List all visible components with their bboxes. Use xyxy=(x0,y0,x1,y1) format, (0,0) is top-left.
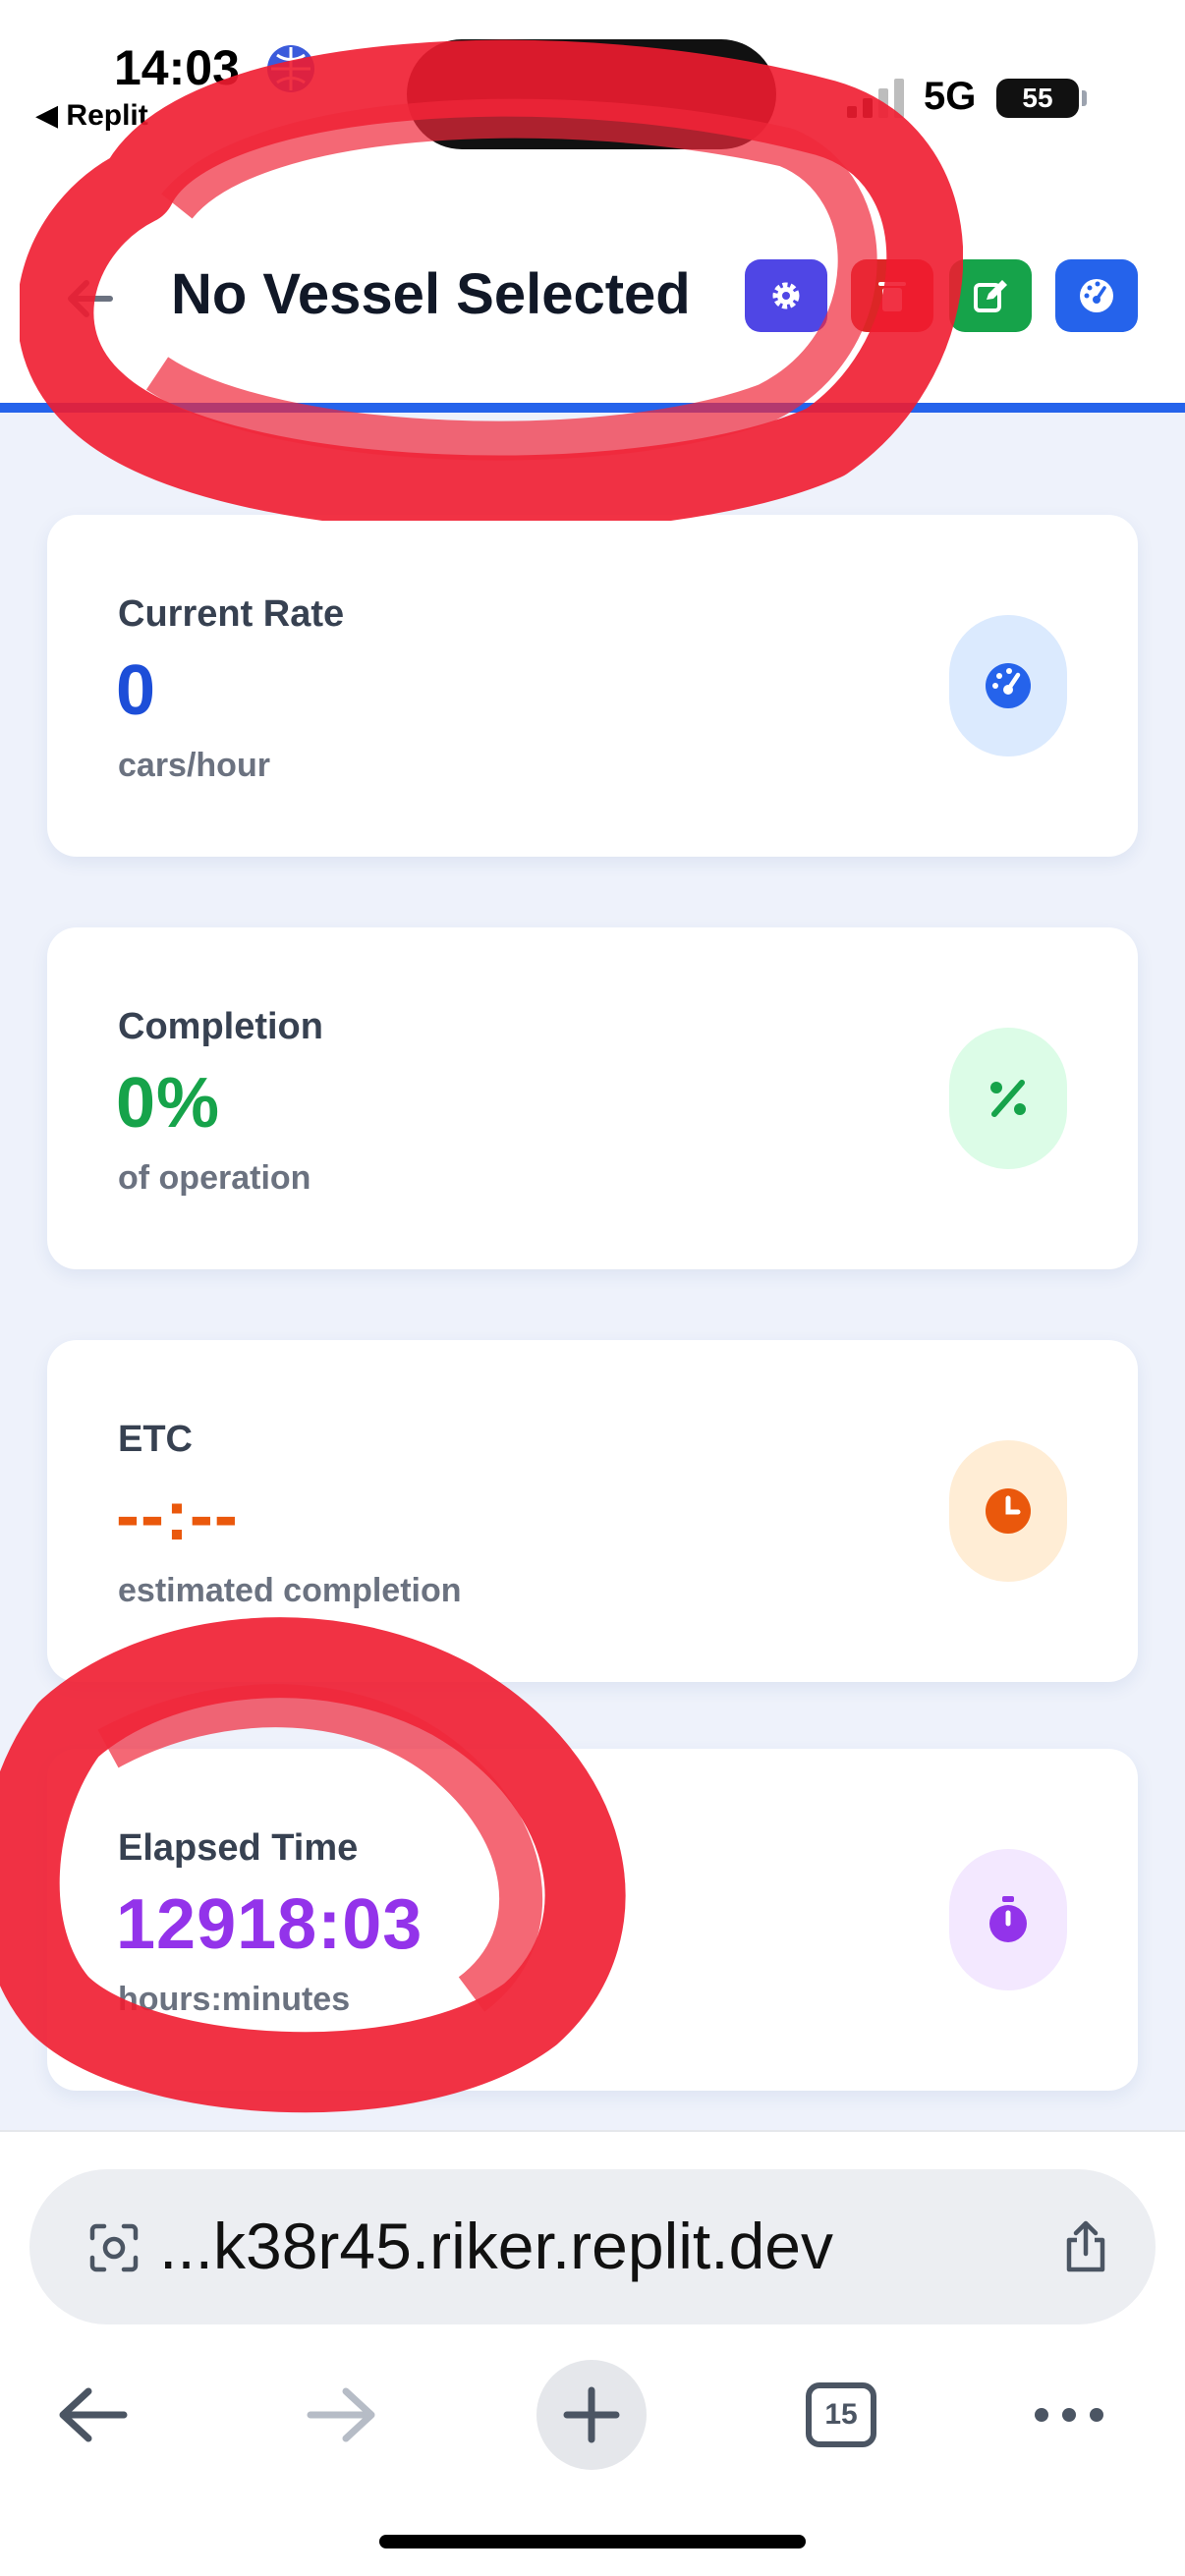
card-label: Elapsed Time xyxy=(118,1827,359,1869)
etc-card: ETC --:-- estimated completion xyxy=(47,1340,1138,1682)
edit-button[interactable] xyxy=(949,259,1032,332)
current-rate-card: Current Rate 0 cars/hour xyxy=(47,515,1138,857)
delete-button[interactable] xyxy=(851,259,933,332)
completion-icon-badge xyxy=(949,1028,1067,1169)
card-value: 0% xyxy=(116,1064,221,1143)
status-time: 14:03 xyxy=(114,40,240,95)
share-icon[interactable] xyxy=(1057,2218,1114,2275)
elapsed-time-card: Elapsed Time 12918:03 hours:minutes xyxy=(47,1749,1138,2091)
dynamic-island xyxy=(407,39,776,149)
gauge-icon xyxy=(1080,279,1113,312)
card-value: --:-- xyxy=(116,1477,239,1555)
card-label: Completion xyxy=(118,1006,323,1047)
back-to-app-link[interactable]: ◀ Replit xyxy=(35,98,148,133)
more-menu-button[interactable] xyxy=(1022,2368,1116,2462)
app-header: No Vessel Selected xyxy=(0,157,1185,413)
back-arrow-icon[interactable] xyxy=(61,270,118,327)
card-value: 0 xyxy=(116,651,157,730)
forward-arrow-icon xyxy=(307,2387,375,2442)
card-label: ETC xyxy=(118,1419,193,1460)
card-unit: cars/hour xyxy=(118,747,270,784)
clock-icon xyxy=(986,1488,1031,1534)
elapsed-icon-badge xyxy=(949,1849,1067,1990)
page-title: No Vessel Selected xyxy=(171,262,691,326)
plus-icon xyxy=(563,2386,620,2443)
card-label: Current Rate xyxy=(118,593,345,635)
battery-indicator: 55 xyxy=(996,79,1087,118)
card-unit: hours:minutes xyxy=(118,1981,351,2018)
tab-count: 15 xyxy=(806,2382,876,2447)
settings-button[interactable] xyxy=(745,259,827,332)
page-info-icon[interactable] xyxy=(86,2220,141,2275)
more-dots-icon xyxy=(1035,2408,1103,2422)
gauge-icon xyxy=(986,663,1031,708)
new-tab-button[interactable] xyxy=(536,2360,647,2470)
back-arrow-icon xyxy=(59,2387,128,2442)
gear-icon xyxy=(772,282,800,309)
rate-icon-badge xyxy=(949,615,1067,756)
url-text[interactable]: ...k38r45.riker.replit.dev xyxy=(159,2209,1083,2283)
tabs-button[interactable]: 15 xyxy=(794,2368,888,2462)
stopwatch-icon xyxy=(989,1896,1027,1942)
edit-icon xyxy=(974,280,1007,312)
home-indicator xyxy=(379,2535,806,2548)
card-unit: estimated completion xyxy=(118,1572,462,1609)
percent-icon xyxy=(990,1080,1026,1117)
address-bar[interactable]: ...k38r45.riker.replit.dev xyxy=(29,2169,1156,2324)
card-value: 12918:03 xyxy=(116,1885,423,1964)
browser-forward-button[interactable] xyxy=(295,2368,389,2462)
card-unit: of operation xyxy=(118,1159,311,1197)
browser-toolbar: ...k38r45.riker.replit.dev 15 xyxy=(0,2130,1185,2576)
cellular-signal-icon xyxy=(847,79,904,118)
network-type-label: 5G xyxy=(924,75,977,118)
etc-icon-badge xyxy=(949,1440,1067,1582)
completion-card: Completion 0% of operation xyxy=(47,927,1138,1269)
status-bar: 14:03 ◀ Replit 5G 55 xyxy=(0,0,1185,157)
dashboard-button[interactable] xyxy=(1055,259,1138,332)
globe-icon xyxy=(267,45,314,92)
browser-back-button[interactable] xyxy=(45,2368,140,2462)
trash-icon xyxy=(878,282,906,311)
